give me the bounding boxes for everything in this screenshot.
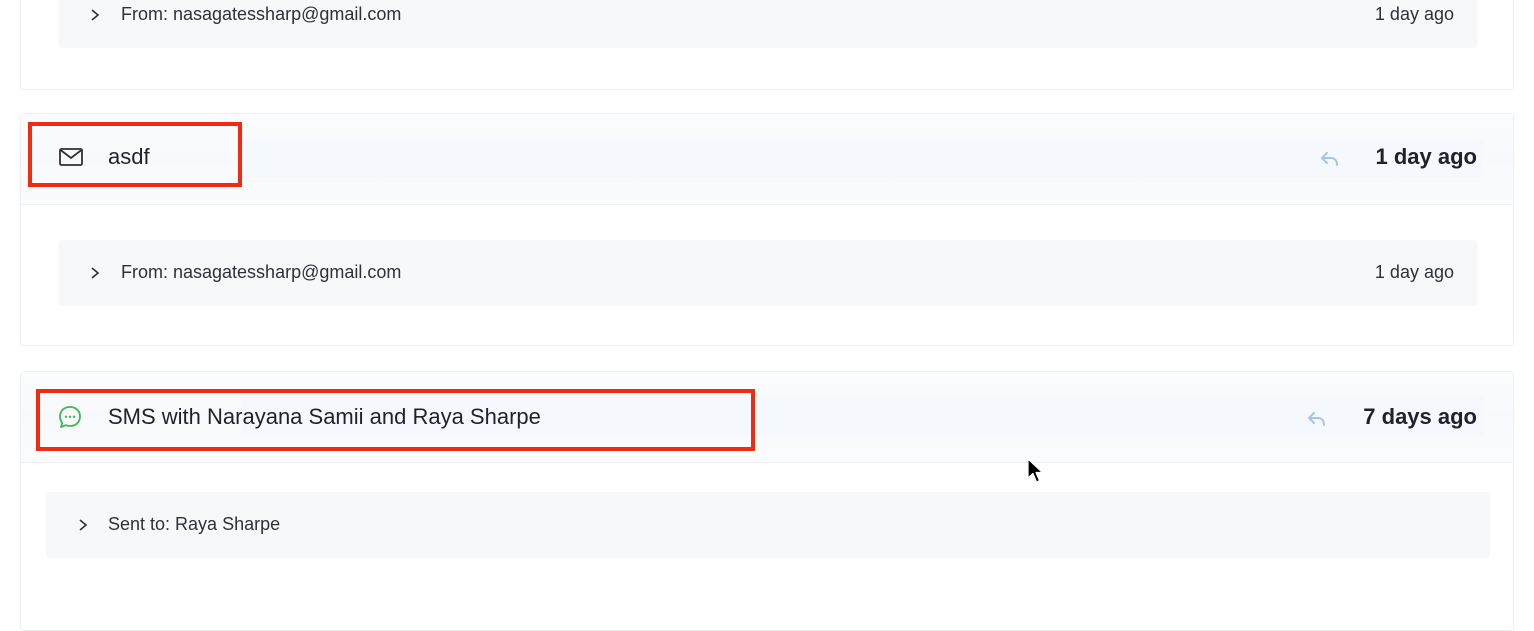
activity-time: 1 day ago — [1375, 144, 1477, 169]
activity-card: asdf 1 day ago From: nasagatessharp@gmai… — [20, 113, 1514, 346]
activity-time: 7 days ago — [1363, 404, 1477, 429]
chevron-right-icon[interactable] — [76, 518, 90, 532]
reply-icon[interactable] — [1305, 407, 1329, 431]
activity-detail-label: From: nasagatessharp@gmail.com — [121, 262, 402, 282]
activity-detail-label: From: nasagatessharp@gmail.com — [121, 4, 402, 24]
activity-detail-row[interactable]: From: nasagatessharp@gmail.com 1 day ago — [58, 0, 1478, 48]
activity-detail-row[interactable]: From: nasagatessharp@gmail.com 1 day ago — [58, 240, 1478, 306]
activity-card: From: nasagatessharp@gmail.com 1 day ago — [20, 0, 1514, 90]
activity-detail-row[interactable]: Sent to: Raya Sharpe — [46, 492, 1490, 558]
reply-icon[interactable] — [1318, 147, 1342, 171]
highlight-box — [28, 122, 242, 187]
highlight-box — [36, 389, 755, 451]
activity-detail-time: 1 day ago — [1374, 262, 1454, 282]
activity-detail-label: Sent to: Raya Sharpe — [108, 514, 281, 534]
chevron-right-icon[interactable] — [88, 266, 102, 280]
activity-detail-time: 1 day ago — [1374, 4, 1454, 24]
mouse-cursor-icon — [1027, 458, 1044, 483]
activity-header[interactable]: asdf 1 day ago — [21, 114, 1513, 205]
chevron-right-icon[interactable] — [88, 8, 102, 22]
